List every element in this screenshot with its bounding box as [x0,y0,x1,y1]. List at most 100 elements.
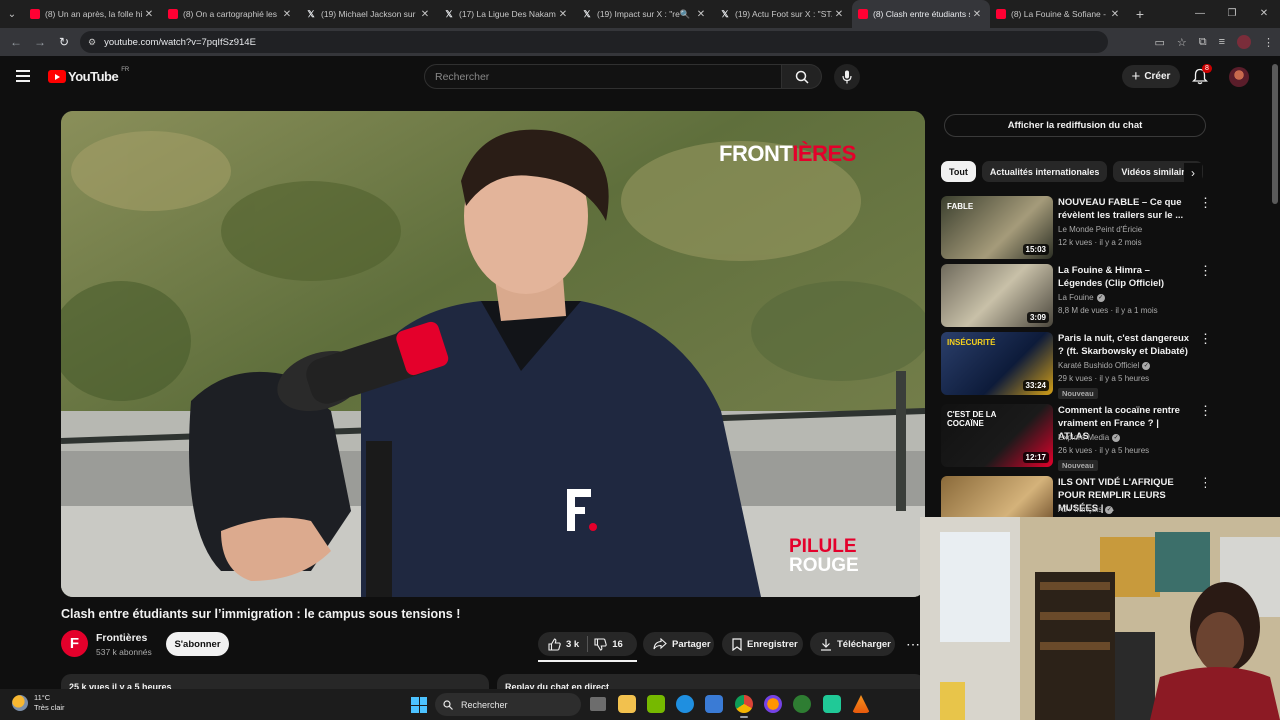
tab-title: (19) Impact sur X : "re🔍 [597,8,691,19]
dislike-button[interactable]: 16 [594,637,623,651]
more-options-icon[interactable]: ⋮ [1199,404,1212,418]
nvidia-icon[interactable] [647,695,665,713]
windows-start-icon[interactable] [411,697,427,713]
video-thumbnail[interactable]: C'EST DE LA COCAÏNE 12:17 [941,404,1053,467]
channel-name[interactable]: AJ+ français [1058,505,1102,514]
video-thumbnail[interactable]: FABLE 15:03 [941,196,1053,259]
channel-avatar[interactable]: F [61,630,88,657]
webcam-image [920,517,1280,720]
obs-icon[interactable] [793,695,811,713]
tab-close-icon[interactable]: ✕ [556,9,570,20]
download-button[interactable]: Télécharger [810,632,895,656]
site-info-icon[interactable]: ⚙ [88,37,96,48]
search-input[interactable] [425,65,781,88]
browser-tab[interactable]: (8) Un an après, la folle hi ✕ [24,0,162,28]
bookmark-star-icon[interactable]: ☆ [1177,36,1187,49]
channel-name[interactable]: Karaté Bushido Officiel [1058,361,1139,370]
save-label: Enregistrer [747,638,798,650]
microsoft-store-icon[interactable] [705,695,723,713]
account-avatar[interactable] [1229,67,1249,87]
like-button[interactable] [548,637,561,651]
page-scrollbar[interactable] [1270,56,1280,517]
save-button[interactable]: Enregistrer [722,632,803,656]
discord-icon[interactable] [823,695,841,713]
tab-close-icon[interactable]: ✕ [694,9,708,20]
notification-badge: 8 [1202,64,1212,73]
filter-chip[interactable]: Tout [941,161,976,182]
share-button[interactable]: Partager [643,632,714,656]
share-icon [653,638,667,650]
browser-tab[interactable]: 𝕏 (19) Impact sur X : "re🔍 ✕ [576,0,714,28]
browser-tab[interactable]: (8) On a cartographié les ✕ [162,0,300,28]
browser-tab[interactable]: (8) Clash entre étudiants s ✕ [852,0,990,28]
recommended-video[interactable]: C'EST DE LA COCAÏNE 12:17 Comment la cocaï… [941,404,1212,471]
filter-chip[interactable]: Actualités internationales [981,161,1108,182]
profile-avatar[interactable] [1237,35,1251,49]
recommended-video[interactable]: ILS ONT VIDÉ L'AFRIQUE POUR REMPLIR LEUR… [941,476,1206,517]
browser-tab[interactable]: 𝕏 (19) Actu Foot sur X : "ST/✕ [714,0,852,28]
video-title: Clash entre étudiants sur l’immigration … [61,607,461,621]
video-duration: 3:09 [1026,312,1049,323]
video-title[interactable]: La Fouine & Himra – Légendes (Clip Offic… [1058,264,1190,290]
browser-tab[interactable]: (8) La Fouine & Sofiane - ✕ [990,0,1128,28]
channel-name[interactable]: La Fouine [1058,293,1094,302]
menu-icon[interactable] [16,70,30,82]
notifications-button[interactable]: 8 [1191,64,1212,86]
video-player[interactable]: FRONTIÈRES PILULE ROUGE [61,111,925,597]
channel-name[interactable]: Le Monde Peint d'Éricie [1058,225,1142,234]
browser-menu-icon[interactable]: ⋮ [1263,36,1274,49]
recommended-video[interactable]: 3:09 La Fouine & Himra – Légendes (Clip O… [941,264,1212,328]
weather-widget[interactable]: 11°C Très clair [12,693,65,713]
more-options-icon[interactable]: ⋮ [1199,264,1212,278]
video-thumbnail[interactable]: 3:09 [941,264,1053,327]
subscribe-button[interactable]: S'abonner [166,632,229,656]
tab-close-icon[interactable]: ✕ [970,9,984,20]
browser-tab[interactable]: 𝕏 (19) Michael Jackson sur X ✕ [300,0,438,28]
tab-close-icon[interactable]: ✕ [418,9,432,20]
more-options-icon[interactable]: ⋮ [1199,332,1212,346]
forward-icon[interactable]: → [28,35,52,49]
back-icon[interactable]: ← [4,35,28,49]
search-button[interactable] [782,64,822,89]
channel-name[interactable]: Frontières [96,632,147,644]
cast-icon[interactable]: ▭ [1154,36,1164,49]
firefox-icon[interactable] [764,695,782,713]
tab-close-icon[interactable]: ✕ [280,9,294,20]
vlc-icon[interactable] [852,695,870,713]
tab-close-icon[interactable]: ✕ [1108,9,1122,20]
video-title[interactable]: NOUVEAU FABLE – Ce que révèlent les trai… [1058,196,1190,222]
minimize-icon[interactable]: — [1184,0,1216,28]
show-chat-replay-button[interactable]: Afficher la rediffusion du chat [944,114,1206,137]
chrome-icon[interactable] [735,695,753,713]
reading-list-icon[interactable]: ≡ [1219,36,1225,48]
taskbar-search[interactable]: Rechercher [435,693,581,716]
more-options-icon[interactable]: ⋮ [1199,196,1212,210]
recommended-video[interactable]: INSÉCURITÉ 33:24 Paris la nuit, c'est dang… [941,332,1212,399]
reload-icon[interactable]: ↻ [52,35,76,49]
youtube-logo[interactable]: YouTube FR [48,67,129,84]
extensions-icon[interactable]: ⧉ [1199,36,1207,49]
edge-icon[interactable] [676,695,694,713]
tab-close-icon[interactable]: ✕ [832,9,846,20]
new-tab-button[interactable]: + [1128,6,1152,22]
browser-tab[interactable]: 𝕏 (17) La Ligue Des Nakama ✕ [438,0,576,28]
address-bar[interactable]: ⚙ youtube.com/watch?v=7pqIfSz914E [80,31,1108,53]
channel-watermark: FRONTIÈRES [719,141,856,167]
thumbnail-text: C'EST DE LA COCAÏNE [947,410,997,428]
channel-name[interactable]: Explore Media [1058,433,1109,442]
video-thumbnail[interactable]: INSÉCURITÉ 33:24 [941,332,1053,395]
task-view-icon[interactable] [590,697,606,711]
tab-close-icon[interactable]: ✕ [142,9,156,20]
chip-next-icon[interactable]: › [1184,163,1202,183]
file-explorer-icon[interactable] [618,695,636,713]
video-thumbnail[interactable] [941,476,1053,517]
recommended-video[interactable]: FABLE 15:03 NOUVEAU FABLE – Ce que révèlen… [941,196,1212,260]
tab-search-dropdown-icon[interactable]: ⌄ [0,0,24,28]
more-options-icon[interactable]: ⋮ [1199,476,1206,490]
close-window-icon[interactable]: ✕ [1248,0,1280,28]
video-title[interactable]: Paris la nuit, c'est dangereux ? (ft. Sk… [1058,332,1190,358]
voice-search-button[interactable] [834,64,860,90]
scrollbar-thumb[interactable] [1272,64,1278,204]
create-button[interactable]: + Créer [1122,65,1180,88]
restore-icon[interactable]: ❐ [1216,0,1248,28]
